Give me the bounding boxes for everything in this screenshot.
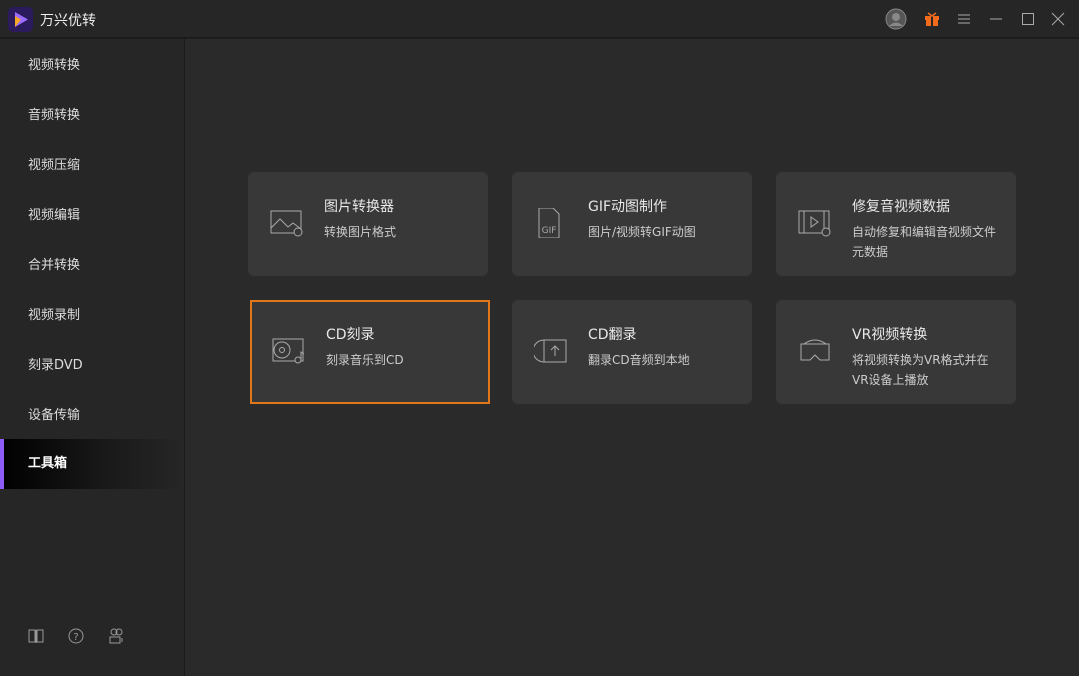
title-bar: 万兴优转 [0, 0, 1079, 38]
tool-desc: 自动修复和编辑音视频文件元数据 [852, 225, 997, 259]
tool-card-fix-metadata[interactable]: 修复音视频数据 自动修复和编辑音视频文件元数据 [776, 172, 1016, 276]
menu-icon[interactable] [953, 8, 975, 30]
sidebar-item-device-transfer[interactable]: 设备传输 [0, 391, 184, 441]
sidebar-item-burn-dvd[interactable]: 刻录DVD [0, 341, 184, 391]
tool-desc: 翻录CD音频到本地 [588, 353, 690, 367]
sidebar-item-toolbox[interactable]: 工具箱 [0, 439, 184, 489]
maximize-icon[interactable] [1017, 8, 1039, 30]
gif-icon: GIF [534, 207, 568, 239]
close-icon[interactable] [1047, 8, 1069, 30]
tool-desc: 刻录音乐到CD [326, 353, 404, 367]
tool-title: VR视频转换 [852, 327, 928, 343]
book-icon[interactable] [27, 627, 45, 645]
account-avatar-icon[interactable] [885, 8, 907, 30]
sidebar: 视频转换 音频转换 视频压缩 视频编辑 合并转换 视频录制 刻录DVD 设备传输… [0, 39, 185, 676]
help-icon[interactable]: ? [67, 627, 85, 645]
tool-title: CD刻录 [326, 327, 375, 343]
tool-desc: 转换图片格式 [324, 225, 397, 239]
tool-card-vr-convert[interactable]: VR视频转换 将视频转换为VR格式并在VR设备上播放 [776, 300, 1016, 404]
tool-title: 修复音视频数据 [852, 199, 950, 215]
minimize-icon[interactable] [985, 8, 1007, 30]
svg-text:?: ? [73, 632, 78, 643]
tool-desc: 图片/视频转GIF动图 [588, 225, 696, 239]
tool-desc: 将视频转换为VR格式并在VR设备上播放 [852, 353, 989, 387]
cd-burn-icon [272, 336, 306, 366]
toolbox-panel: 图片转换器 转换图片格式 GIF GIF动图制作 图片/视频转GIF动图 修复音… [185, 39, 1079, 676]
sidebar-item-video-convert[interactable]: 视频转换 [0, 41, 184, 91]
app-logo [8, 7, 33, 32]
sidebar-item-merge[interactable]: 合并转换 [0, 241, 184, 291]
svg-text:GIF: GIF [542, 226, 557, 236]
metadata-icon [798, 208, 832, 238]
community-icon[interactable] [107, 627, 125, 645]
tool-card-cd-rip[interactable]: CD翻录 翻录CD音频到本地 [512, 300, 752, 404]
app-title: 万兴优转 [40, 13, 96, 29]
image-convert-icon [270, 208, 304, 238]
tool-card-image-converter[interactable]: 图片转换器 转换图片格式 [248, 172, 488, 276]
sidebar-item-record[interactable]: 视频录制 [0, 291, 184, 341]
tool-card-gif-maker[interactable]: GIF GIF动图制作 图片/视频转GIF动图 [512, 172, 752, 276]
tool-card-cd-burn[interactable]: CD刻录 刻录音乐到CD [250, 300, 490, 404]
tool-title: 图片转换器 [324, 199, 394, 215]
vr-icon [798, 336, 832, 366]
gift-icon[interactable] [921, 8, 943, 30]
cd-rip-icon [532, 336, 568, 366]
sidebar-item-video-compress[interactable]: 视频压缩 [0, 141, 184, 191]
tool-title: CD翻录 [588, 327, 637, 343]
sidebar-item-audio-convert[interactable]: 音频转换 [0, 91, 184, 141]
sidebar-item-video-edit[interactable]: 视频编辑 [0, 191, 184, 241]
tool-title: GIF动图制作 [588, 199, 668, 215]
